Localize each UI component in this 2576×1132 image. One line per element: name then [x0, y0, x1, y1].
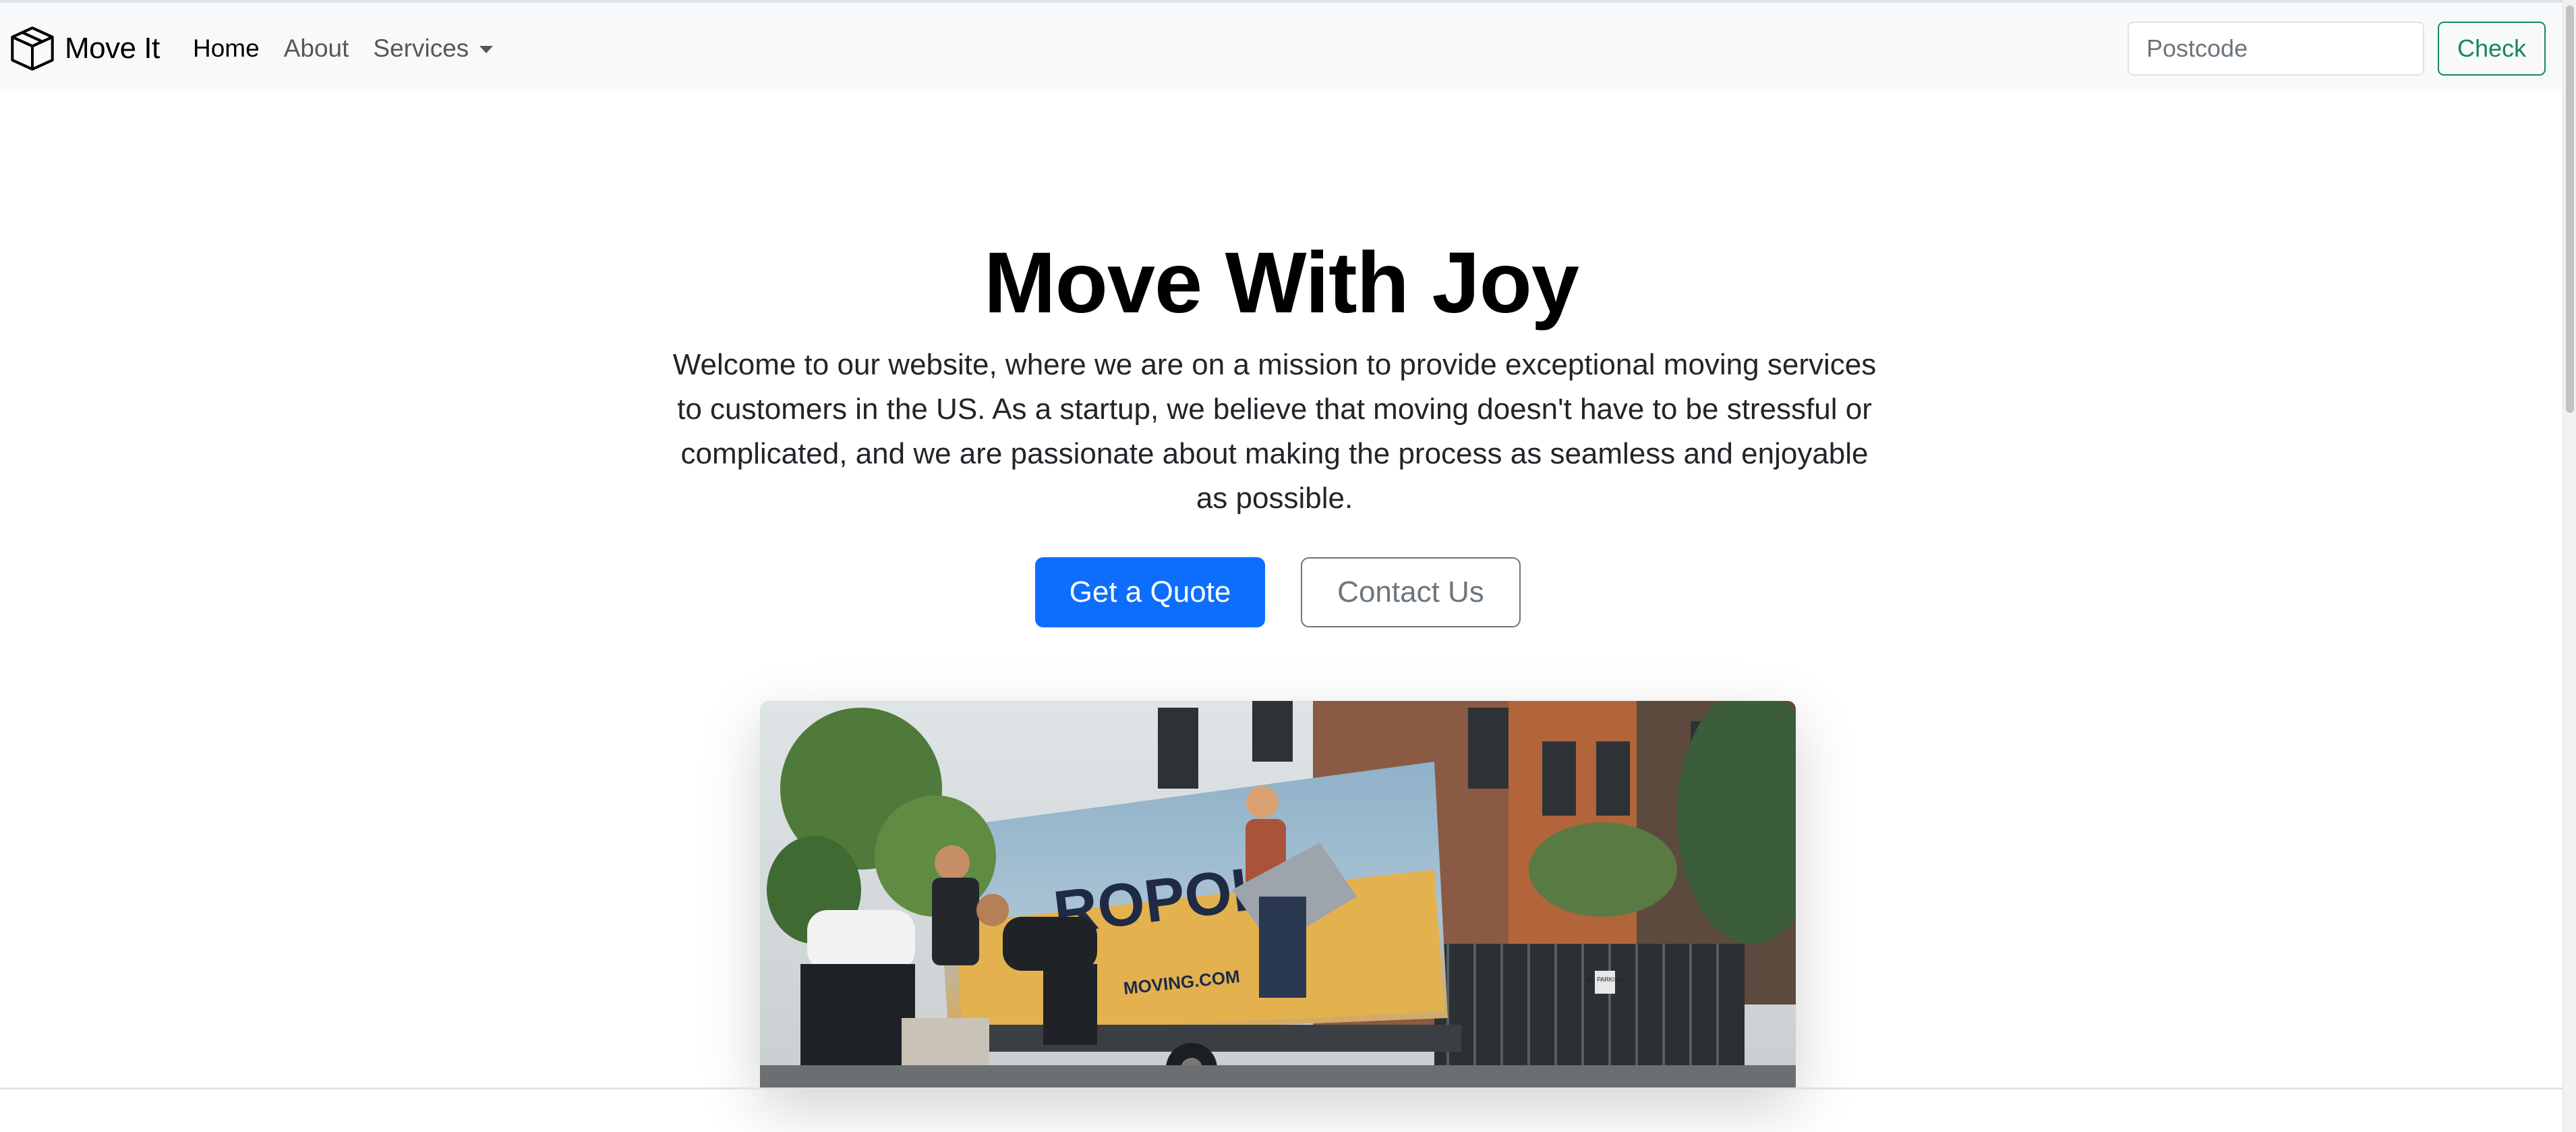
nav-links: Home About Services	[193, 30, 494, 67]
box-icon	[8, 24, 57, 73]
postcode-input[interactable]	[2128, 22, 2424, 76]
nav-item-services-dropdown[interactable]: Services	[373, 34, 494, 63]
contact-us-button[interactable]: Contact Us	[1301, 557, 1521, 627]
section-divider	[0, 1087, 2563, 1089]
scrollbar-thumb[interactable]	[2566, 5, 2574, 413]
caret-down-icon	[479, 46, 494, 53]
nav-item-services-label: Services	[373, 34, 469, 62]
navbar: Move It Home About Services Check	[0, 3, 2563, 89]
vertical-scrollbar[interactable]	[2563, 0, 2576, 1132]
nav-item-home[interactable]: Home	[193, 34, 260, 63]
nav-item-about[interactable]: About	[284, 34, 349, 63]
hero-image: NO PARKING ROPOLIS MOVING.COM	[760, 701, 1796, 1087]
brand-link[interactable]: Move It	[8, 24, 160, 73]
get-a-quote-button[interactable]: Get a Quote	[1035, 557, 1265, 627]
hero-title: Move With Joy	[984, 235, 1579, 331]
check-button[interactable]: Check	[2438, 22, 2546, 76]
no-parking-sign: NO PARKING	[1586, 976, 1624, 983]
brand-name: Move It	[65, 32, 160, 65]
hero-description: Welcome to our website, where we are on …	[672, 348, 1877, 515]
